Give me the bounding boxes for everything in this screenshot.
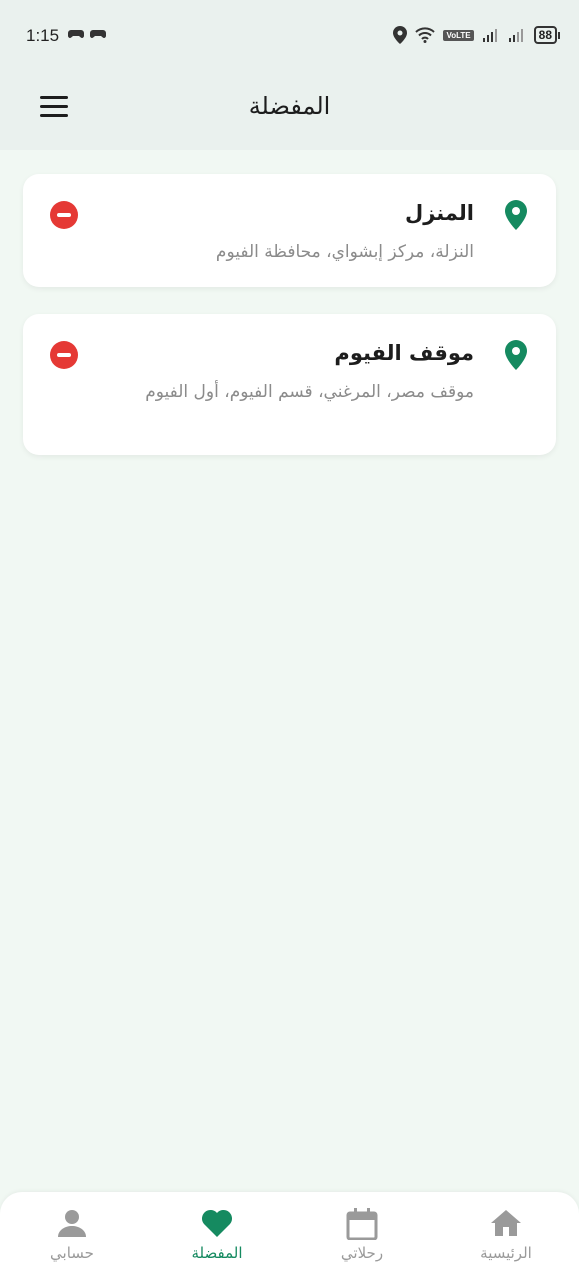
gamepad-icon (90, 30, 106, 38)
favorite-card[interactable]: موقف الفيوم موقف مصر، المرغني، قسم الفيو… (23, 314, 556, 455)
nav-item-trips[interactable]: رحلاتي (302, 1192, 422, 1280)
remove-favorite-button[interactable] (50, 201, 78, 229)
favorite-address: موقف مصر، المرغني، قسم الفيوم، أول الفيو… (145, 382, 474, 402)
gamepad-icon (68, 30, 84, 38)
volte-badge: VoLTE (443, 29, 474, 41)
signal-icon (482, 29, 497, 42)
person-icon (58, 1210, 86, 1237)
remove-favorite-button[interactable] (50, 341, 78, 369)
battery-icon: 88 (533, 26, 561, 44)
home-icon (491, 1210, 521, 1236)
nav-item-favorites[interactable]: المفضلة (157, 1192, 277, 1280)
location-icon (393, 26, 408, 44)
calendar-icon (346, 1208, 378, 1240)
status-system-icons: VoLTE 88 (393, 26, 561, 44)
nav-label: حسابي (50, 1244, 94, 1262)
status-notification-icons (68, 27, 106, 41)
signal-icon (508, 29, 523, 42)
app-header: المفضلة (0, 72, 579, 150)
status-time: 1:15 (26, 26, 60, 45)
nav-label: الرئيسية (480, 1244, 532, 1262)
nav-item-account[interactable]: حسابي (12, 1192, 132, 1280)
wifi-icon (415, 27, 436, 43)
nav-label: رحلاتي (340, 1244, 384, 1262)
favorite-card[interactable]: المنزل النزلة، مركز إبشواي، محافظة الفيو… (23, 174, 556, 287)
location-pin-icon (505, 340, 527, 370)
location-pin-icon (505, 200, 527, 230)
nav-item-home[interactable]: الرئيسية (446, 1192, 566, 1280)
favorite-name: المنزل (404, 201, 474, 225)
status-bar: 1:15 VoLTE 88 (0, 0, 579, 72)
nav-label: المفضلة (191, 1244, 243, 1262)
page-title: المفضلة (248, 92, 331, 120)
heart-icon (201, 1209, 233, 1237)
bottom-nav: حسابي المفضلة رحلاتي الرئيسية (0, 1192, 579, 1280)
favorite-address: النزلة، مركز إبشواي، محافظة الفيوم (215, 242, 474, 262)
favorite-name: موقف الفيوم (334, 341, 474, 365)
